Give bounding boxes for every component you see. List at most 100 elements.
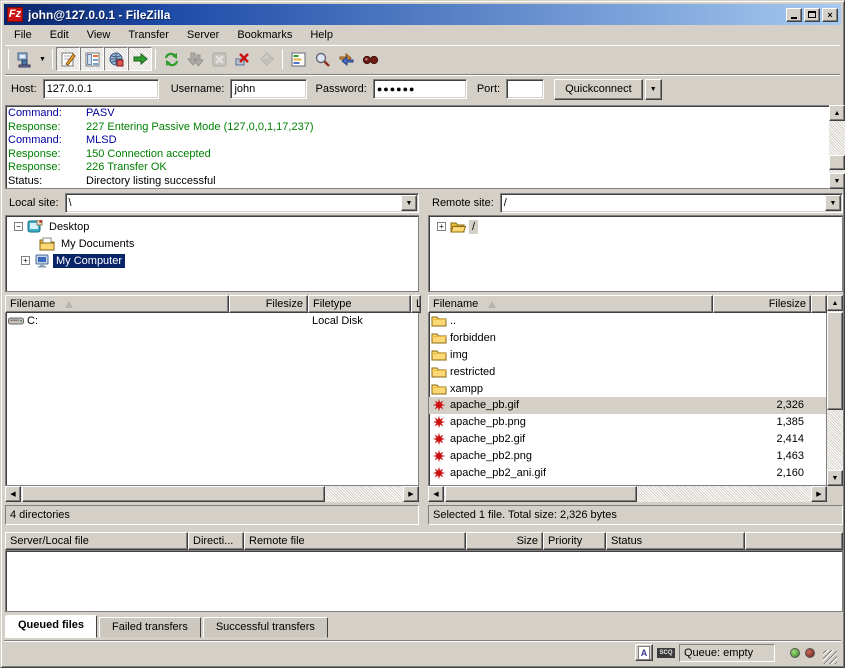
speed-limits-indicator[interactable]: SCQ [657, 644, 675, 661]
log-scrollbar[interactable]: ▲ ▼ [829, 105, 845, 189]
scrollbar-thumb[interactable] [445, 486, 637, 502]
column-header-filetype[interactable]: Filetype [308, 295, 411, 313]
status-bar: A SCQ Queue: empty [4, 640, 841, 664]
transfer-type-indicator[interactable]: A [635, 644, 653, 661]
tree-item-desktop[interactable]: − Desktop [6, 218, 418, 235]
column-header-filesize[interactable]: Filesize [229, 295, 308, 313]
chevron-down-icon[interactable]: ▼ [825, 195, 841, 211]
remote-list-status: Selected 1 file. Total size: 2,326 bytes [428, 505, 843, 525]
scrollbar-thumb[interactable] [22, 486, 325, 502]
compare-directories-icon [314, 51, 331, 68]
expand-icon[interactable]: + [437, 222, 446, 231]
file-row[interactable]: restricted [429, 363, 826, 380]
scroll-up-arrow[interactable]: ▲ [829, 105, 845, 121]
transfer-queue-list[interactable] [5, 550, 843, 612]
remote-list-hscrollbar[interactable]: ◀ ▶ [428, 486, 827, 502]
toolbar-separator [52, 49, 53, 69]
column-header-size[interactable]: Size [466, 532, 543, 550]
folder-icon [431, 348, 447, 362]
chevron-down-icon[interactable]: ▼ [401, 195, 417, 211]
column-header-priority[interactable]: Priority [543, 532, 606, 550]
cancel-operation-button[interactable] [207, 47, 231, 71]
menu-edit[interactable]: Edit [41, 27, 78, 43]
quickconnect-button[interactable]: Quickconnect [554, 79, 643, 100]
scroll-up-arrow[interactable]: ▲ [827, 295, 843, 311]
titlebar[interactable]: Fz john@127.0.0.1 - FileZilla × [4, 4, 841, 25]
drive-icon [8, 314, 24, 328]
menu-transfer[interactable]: Transfer [119, 27, 178, 43]
scroll-left-arrow[interactable]: ◀ [5, 486, 21, 502]
column-header-filename[interactable]: Filename [5, 295, 229, 313]
file-size: 2,414 [712, 433, 810, 445]
tree-item-my-computer[interactable]: + My Computer [6, 252, 418, 269]
column-header-last-modified[interactable]: L [411, 295, 421, 313]
username-input[interactable] [230, 79, 307, 99]
port-input[interactable] [506, 79, 544, 99]
menu-help[interactable]: Help [301, 27, 342, 43]
scroll-down-arrow[interactable]: ▼ [827, 470, 843, 486]
find-files-button[interactable] [358, 47, 382, 71]
scrollbar-thumb[interactable] [827, 312, 843, 410]
file-row[interactable]: apache_pb.png 1,385 [429, 414, 826, 431]
file-row[interactable]: img [429, 347, 826, 364]
local-list-hscrollbar[interactable]: ◀ ▶ [5, 486, 419, 502]
file-row[interactable]: apache_pb2.gif 2,414 [429, 431, 826, 448]
toggle-transfer-queue-button[interactable] [128, 47, 152, 71]
quickconnect-dropdown[interactable]: ▼ [645, 79, 662, 100]
password-input[interactable] [373, 79, 467, 99]
tab-successful-transfers[interactable]: Successful transfers [203, 617, 328, 638]
menu-view[interactable]: View [78, 27, 120, 43]
local-site-combobox[interactable]: \ ▼ [65, 193, 419, 213]
column-header-filename[interactable]: Filename [428, 295, 713, 313]
expand-icon[interactable]: + [21, 256, 30, 265]
toggle-message-log-button[interactable] [56, 47, 80, 71]
tree-item-my-documents[interactable]: My Documents [6, 235, 418, 252]
file-row[interactable]: apache_pb2.png 1,463 [429, 447, 826, 464]
column-header-direction[interactable]: Directi... [188, 532, 244, 550]
filezilla-window: Fz john@127.0.0.1 - FileZilla × File Edi… [0, 0, 845, 668]
remote-site-combobox[interactable]: / ▼ [500, 193, 843, 213]
disconnect-button[interactable] [231, 47, 255, 71]
column-header-status[interactable]: Status [606, 532, 745, 550]
file-row-c-drive[interactable]: C: Local Disk [6, 313, 418, 330]
scrollbar-thumb[interactable] [829, 155, 845, 170]
resize-grip[interactable] [823, 650, 837, 664]
compare-directories-button[interactable] [310, 47, 334, 71]
file-row-selected[interactable]: apache_pb.gif 2,326 [429, 397, 826, 414]
tab-failed-transfers[interactable]: Failed transfers [99, 617, 201, 638]
file-row[interactable]: forbidden [429, 330, 826, 347]
file-row[interactable]: xampp [429, 380, 826, 397]
scroll-left-arrow[interactable]: ◀ [428, 486, 444, 502]
menu-file[interactable]: File [5, 27, 41, 43]
scroll-right-arrow[interactable]: ▶ [403, 486, 419, 502]
file-row[interactable]: apache_pb2_ani.gif 2,160 [429, 464, 826, 481]
toggle-local-treeview-button[interactable] [80, 47, 104, 71]
site-manager-button[interactable] [12, 47, 36, 71]
refresh-button[interactable] [159, 47, 183, 71]
column-header-filesize[interactable]: Filesize [713, 295, 811, 313]
tree-item-root[interactable]: + / [429, 218, 842, 235]
close-button[interactable]: × [822, 8, 838, 22]
process-queue-button[interactable] [183, 47, 207, 71]
toggle-remote-treeview-button[interactable] [104, 47, 128, 71]
maximize-button[interactable] [804, 8, 820, 22]
collapse-icon[interactable]: − [14, 222, 23, 231]
host-input[interactable] [43, 79, 159, 99]
menu-server[interactable]: Server [178, 27, 228, 43]
synchronized-browsing-button[interactable] [334, 47, 358, 71]
remote-list-vscrollbar[interactable]: ▲ ▼ [827, 295, 843, 486]
reconnect-button[interactable] [255, 47, 279, 71]
scroll-right-arrow[interactable]: ▶ [811, 486, 827, 502]
scroll-down-arrow[interactable]: ▼ [829, 173, 845, 189]
log-line: Status:Directory listing successful [8, 175, 829, 189]
menu-bookmarks[interactable]: Bookmarks [228, 27, 301, 43]
column-header-remote-file[interactable]: Remote file [244, 532, 466, 550]
reconnect-icon [259, 51, 276, 68]
site-manager-dropdown[interactable]: ▼ [36, 47, 49, 71]
log-line: Command:PASV [8, 107, 829, 121]
directory-listing-filters-button[interactable] [286, 47, 310, 71]
minimize-button[interactable] [786, 8, 802, 22]
file-row[interactable]: .. [429, 313, 826, 330]
column-header-server-local-file[interactable]: Server/Local file [5, 532, 188, 550]
tab-queued-files[interactable]: Queued files [5, 615, 97, 638]
